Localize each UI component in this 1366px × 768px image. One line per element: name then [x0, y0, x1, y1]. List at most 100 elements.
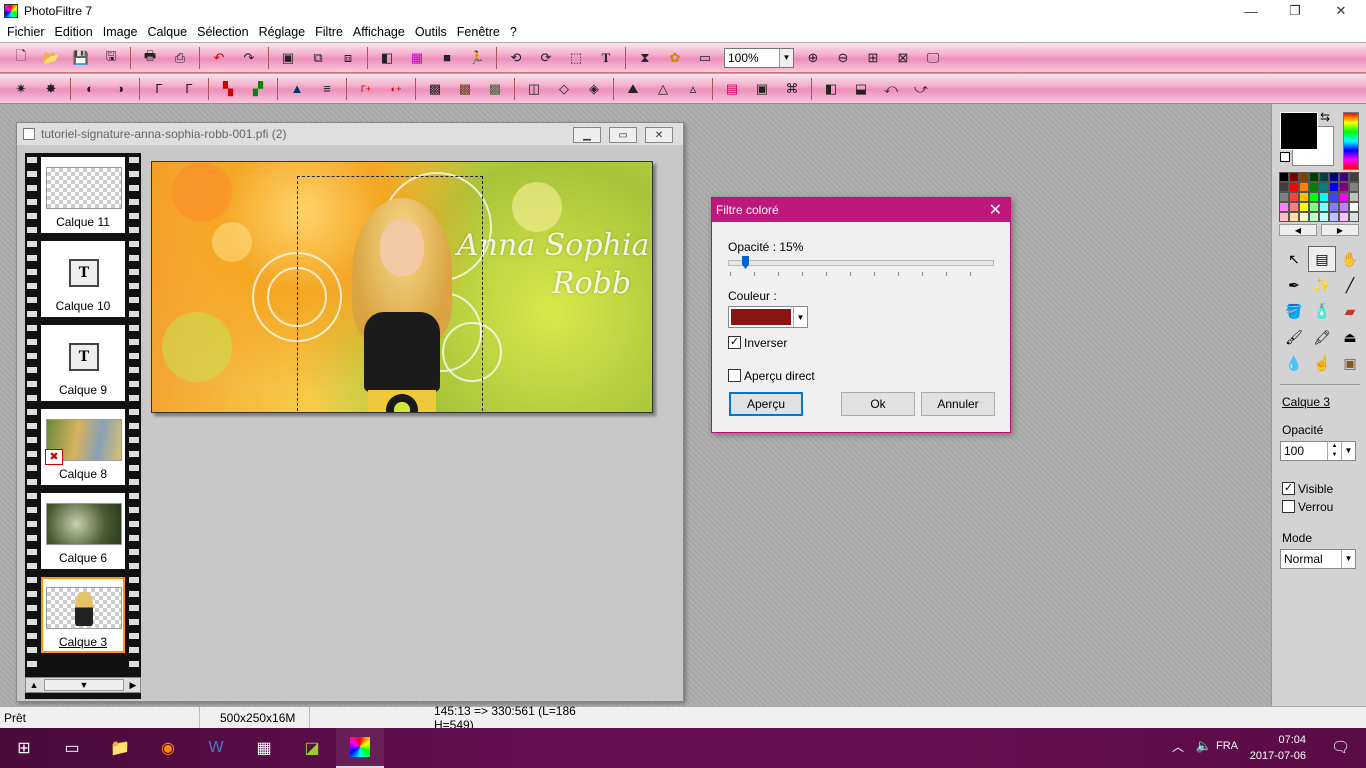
scroll-up-icon[interactable]: ▲ — [26, 680, 42, 690]
palette-swatch[interactable] — [1319, 202, 1329, 212]
layer-scrollbar[interactable]: ▲ ▼ ▶ — [25, 677, 141, 693]
opacity-slider[interactable] — [728, 260, 994, 266]
palette-swatch[interactable] — [1279, 182, 1289, 192]
layer-select-icon[interactable]: ▤ — [1308, 246, 1336, 272]
palette-swatch[interactable] — [1309, 212, 1319, 222]
dialog-title-bar[interactable]: Filtre coloré ✕ — [712, 198, 1010, 222]
contrast-plus-icon[interactable]: ✷ — [9, 78, 33, 100]
palette-swatch[interactable] — [1329, 202, 1339, 212]
palette-swatch[interactable] — [1279, 192, 1289, 202]
direct-preview-checkbox[interactable] — [728, 369, 741, 382]
color-spectrum[interactable] — [1343, 112, 1359, 170]
palette-next-icon[interactable]: ▶ — [1321, 224, 1359, 236]
menu-outils[interactable]: Outils — [410, 25, 452, 39]
color-palette[interactable] — [1279, 172, 1359, 222]
close-icon[interactable]: ✕ — [989, 200, 1002, 220]
speaker-icon[interactable]: 🔈 — [1196, 738, 1212, 754]
windows-start-icon[interactable]: ⊞ — [0, 728, 48, 768]
blend-mode-select[interactable]: Normal ▼ — [1280, 549, 1356, 569]
palette-swatch[interactable] — [1289, 172, 1299, 182]
foreground-color-swatch[interactable] — [1280, 112, 1318, 150]
palette-swatch[interactable] — [1289, 192, 1299, 202]
fullscreen-icon[interactable]: ⊠ — [891, 47, 915, 69]
layer-thumb-calque-8[interactable]: ✖ Calque 8 — [41, 409, 125, 485]
palette-swatch[interactable] — [1309, 202, 1319, 212]
doc-minimize-icon[interactable]: ▁ — [573, 127, 601, 143]
stamp-icon[interactable]: ⏏ — [1336, 324, 1364, 350]
palette-swatch[interactable] — [1299, 212, 1309, 222]
sharpen-more-icon[interactable]: △ — [651, 78, 675, 100]
palette-swatch[interactable] — [1299, 192, 1309, 202]
fit-icon[interactable]: ⊞ — [861, 47, 885, 69]
color-balance-icon[interactable]: ▚ — [216, 78, 240, 100]
monitor-icon[interactable]: 🖵 — [921, 47, 945, 69]
palette-swatch[interactable] — [1319, 192, 1329, 202]
palette-swatch[interactable] — [1349, 172, 1359, 182]
eyedropper-icon[interactable]: ✒ — [1280, 272, 1308, 298]
palette-swatch[interactable] — [1309, 182, 1319, 192]
palette-swatch[interactable] — [1349, 182, 1359, 192]
curves-icon[interactable]: ≡ — [315, 78, 339, 100]
firefox-icon[interactable]: ◉ — [144, 728, 192, 768]
opacity-slider-thumb[interactable] — [742, 256, 749, 269]
app-icon[interactable] — [4, 4, 18, 18]
color-select[interactable]: ▼ — [728, 306, 808, 328]
effects-icon[interactable]: ✿ — [663, 47, 687, 69]
palette-swatch[interactable] — [1329, 172, 1339, 182]
redo-icon[interactable]: ↷ — [237, 47, 261, 69]
select-icon[interactable]: ⬚ — [564, 47, 588, 69]
close-icon[interactable]: ✕ — [1318, 0, 1364, 22]
menu-edition[interactable]: Edition — [50, 25, 98, 39]
blur-drop-icon[interactable]: 💧 — [1280, 350, 1308, 376]
menu-filtre[interactable]: Filtre — [310, 25, 348, 39]
palette-swatch[interactable] — [1329, 182, 1339, 192]
menu-selection[interactable]: Sélection — [192, 25, 253, 39]
palette-swatch[interactable] — [1339, 172, 1349, 182]
swap-colors-icon[interactable]: ⇆ — [1320, 110, 1330, 124]
auto-contrast-icon[interactable]: ◐+ — [384, 78, 408, 100]
save-as-icon[interactable]: 🖫 — [99, 47, 123, 69]
selection-rectangle[interactable] — [297, 176, 483, 412]
new-icon[interactable]: 🗋 — [9, 47, 33, 69]
active-layer-name[interactable]: Calque 3 — [1282, 395, 1330, 409]
auto-levels-icon[interactable]: Γ+ — [354, 78, 378, 100]
cut-icon[interactable]: ⧈ — [336, 47, 360, 69]
puzzle-icon[interactable]: ⌘ — [780, 78, 804, 100]
chevron-down-icon[interactable]: ▼ — [1341, 442, 1355, 460]
open-icon[interactable]: 📂 — [39, 47, 63, 69]
saturation-icon[interactable]: ◐ — [78, 78, 102, 100]
transform-icon[interactable]: 🏃 — [465, 47, 489, 69]
menu-fenetre[interactable]: Fenêtre — [452, 25, 505, 39]
saturation-plus-icon[interactable]: ◑ — [108, 78, 132, 100]
calculator-icon[interactable]: ▦ — [240, 728, 288, 768]
minimize-icon[interactable]: — — [1228, 0, 1274, 22]
chevron-down-icon[interactable]: ▼ — [1341, 550, 1355, 568]
doc-maximize-icon[interactable]: ▭ — [609, 127, 637, 143]
chevron-up-icon[interactable]: ︿ — [1172, 738, 1184, 755]
blur-more-icon[interactable]: ▵ — [681, 78, 705, 100]
file-explorer-icon[interactable]: 📁 — [96, 728, 144, 768]
layer-thumb-calque-3[interactable]: Calque 3 — [41, 577, 125, 653]
image-canvas[interactable]: Anna Sophia Robb — [151, 161, 653, 413]
zoom-select[interactable]: 100% ▼ — [724, 47, 794, 68]
save-icon[interactable]: 💾 — [69, 47, 93, 69]
brush-icon[interactable]: 🖌 — [1280, 324, 1308, 350]
grain-icon[interactable]: ▩ — [483, 78, 507, 100]
menu-help[interactable]: ? — [505, 25, 522, 39]
sharpen-icon[interactable]: ◇ — [552, 78, 576, 100]
paste-icon[interactable]: ▣ — [276, 47, 300, 69]
levels-icon[interactable]: ▲ — [285, 78, 309, 100]
photofiltre-taskbar-icon[interactable] — [336, 728, 384, 768]
language-indicator[interactable]: FRA — [1216, 740, 1238, 752]
scroll-right-icon[interactable]: ▶ — [126, 680, 140, 691]
rotate-right-icon[interactable]: ⤻ — [909, 78, 933, 100]
ok-button[interactable]: Ok — [841, 392, 915, 416]
line-icon[interactable]: ╱ — [1336, 272, 1364, 298]
opacity-input[interactable]: 100 ▲ ▼ ▼ — [1280, 441, 1356, 461]
palette-swatch[interactable] — [1329, 192, 1339, 202]
palette-swatch[interactable] — [1349, 192, 1359, 202]
pointer-icon[interactable]: ↖ — [1280, 246, 1308, 272]
gradient-icon[interactable]: ◧ — [375, 47, 399, 69]
layer-thumb-calque-9[interactable]: T Calque 9 — [41, 325, 125, 401]
palette-swatch[interactable] — [1289, 202, 1299, 212]
